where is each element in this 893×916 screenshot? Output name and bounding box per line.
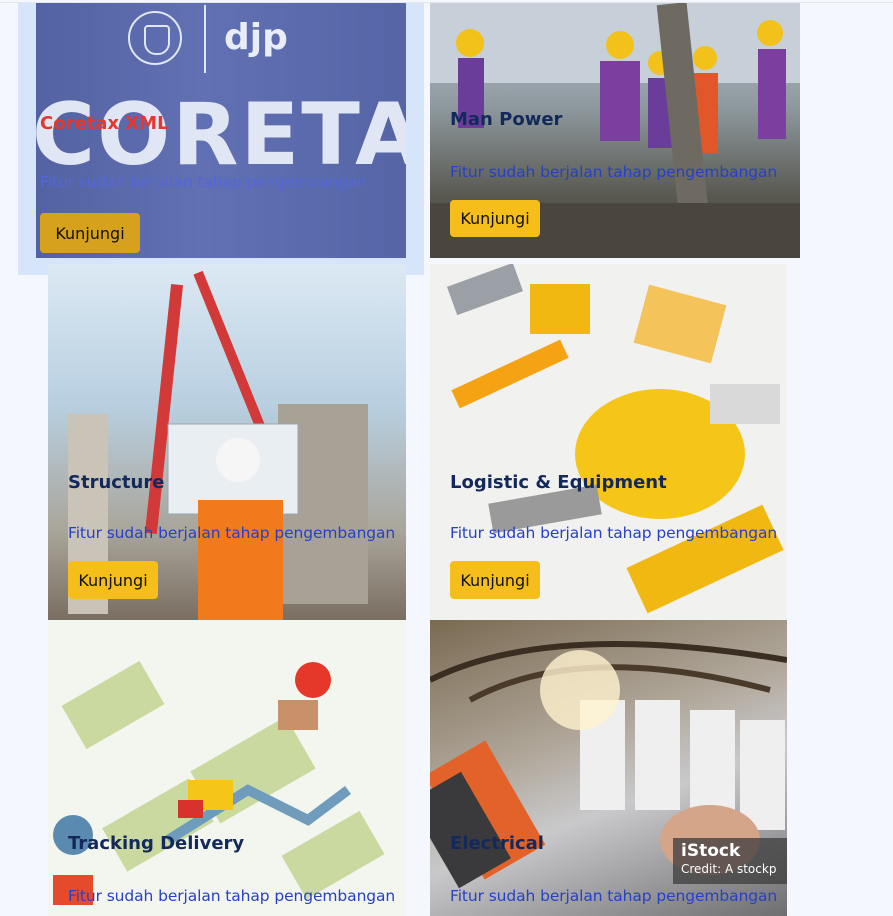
kunjungi-button[interactable]: Kunjungi bbox=[450, 200, 540, 237]
card-description: Fitur sudah berjalan tahap pengembangan bbox=[450, 524, 778, 542]
watermark-credit: Credit: A stockp bbox=[681, 862, 777, 876]
kunjungi-button[interactable]: Kunjungi bbox=[68, 561, 158, 599]
watermark-brand: iStock bbox=[681, 841, 741, 861]
card-title: Tracking Delivery bbox=[68, 833, 245, 854]
card-title: Structure bbox=[68, 472, 165, 493]
map-illustration bbox=[53, 660, 385, 905]
card-title: Electrical bbox=[450, 833, 544, 854]
card-description: Fitur sudah berjalan tahap pengembangan bbox=[450, 887, 778, 905]
card-title: Coretax XML bbox=[40, 113, 169, 134]
card-title: Logistic & Equipment bbox=[450, 472, 667, 493]
card-coretax-xml[interactable]: djp CORETAX Coretax XML Fitur sudah berj… bbox=[36, 3, 406, 258]
card-description: Fitur sudah berjalan tahap pengembangan bbox=[40, 173, 368, 191]
card-title: Man Power bbox=[450, 109, 563, 130]
card-electrical[interactable]: Electrical Fitur sudah berjalan tahap pe… bbox=[430, 620, 787, 916]
card-description: Fitur sudah berjalan tahap pengembangan bbox=[68, 524, 396, 542]
card-tracking-delivery[interactable]: Tracking Delivery Fitur sudah berjalan t… bbox=[48, 620, 406, 916]
card-description: Fitur sudah berjalan tahap pengembangan bbox=[450, 163, 778, 181]
card-logistic-equipment[interactable]: Logistic & Equipment Fitur sudah berjala… bbox=[430, 264, 787, 620]
card-structure[interactable]: Structure Fitur sudah berjalan tahap pen… bbox=[48, 264, 406, 620]
kunjungi-button[interactable]: Kunjungi bbox=[450, 561, 540, 599]
stock-watermark: iStock Credit: A stockp bbox=[673, 838, 787, 884]
card-description: Fitur sudah berjalan tahap pengembangan bbox=[68, 887, 396, 905]
kunjungi-button[interactable]: Kunjungi bbox=[40, 213, 140, 253]
card-man-power[interactable]: Man Power Fitur sudah berjalan tahap pen… bbox=[430, 3, 800, 258]
